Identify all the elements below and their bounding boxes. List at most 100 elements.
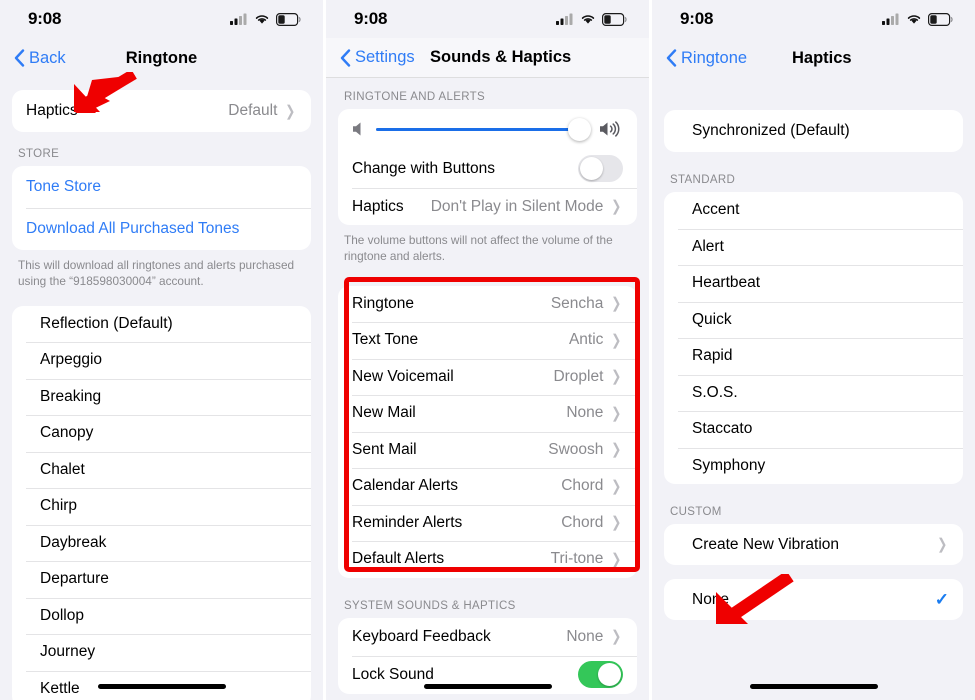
row-keyboard-feedback[interactable]: Keyboard Feedback None ❯	[338, 618, 637, 656]
tone-label: Reflection (Default)	[40, 314, 173, 332]
row-haptics-mode[interactable]: Haptics Don't Play in Silent Mode ❯	[338, 188, 637, 225]
row-default-alerts[interactable]: Default Alerts Tri-tone ❯	[338, 541, 637, 578]
chevron-left-icon	[340, 48, 351, 67]
tone-label: Departure	[40, 570, 109, 588]
list-item[interactable]: Chalet	[12, 451, 311, 489]
row-value: None	[566, 627, 604, 645]
chevron-right-icon: ❯	[611, 331, 622, 349]
row-value: Chord	[561, 477, 604, 495]
list-item[interactable]: Quick	[664, 301, 963, 339]
none-haptic-card: None ✓	[664, 579, 963, 620]
custom-haptics-card: Create New Vibration ❯	[664, 524, 963, 565]
row-label: Keyboard Feedback	[352, 627, 491, 645]
volume-slider-knob[interactable]	[567, 117, 591, 141]
row-reminder-alerts[interactable]: Reminder Alerts Chord ❯	[338, 504, 637, 542]
row-value: None	[566, 404, 604, 422]
list-item[interactable]: Accent	[664, 192, 963, 229]
list-item[interactable]: Alert	[664, 228, 963, 266]
row-value: Swoosh	[548, 440, 604, 458]
tone-label: Daybreak	[40, 533, 107, 551]
row-tone-store[interactable]: Tone Store	[12, 166, 311, 208]
content-scroll-sounds-haptics[interactable]: RINGTONE AND ALERTS Change with Buttons …	[326, 78, 649, 700]
tone-rows-card: Ringtone Sencha ❯ Text Tone Antic ❯ New …	[338, 285, 637, 578]
list-item[interactable]: Symphony	[664, 447, 963, 485]
tone-label: Journey	[40, 643, 96, 661]
chevron-right-icon: ❯	[611, 477, 622, 495]
row-label: Synchronized (Default)	[692, 122, 850, 139]
list-item[interactable]: Departure	[12, 561, 311, 598]
volume-slider-track[interactable]	[376, 117, 591, 141]
haptic-label: Alert	[692, 237, 724, 255]
nav-bar-ringtone: Back Ringtone	[0, 38, 323, 78]
haptic-label: Symphony	[692, 456, 766, 474]
row-text-tone[interactable]: Text Tone Antic ❯	[338, 322, 637, 359]
chevron-right-icon: ❯	[611, 404, 622, 422]
list-item[interactable]: S.O.S.	[664, 374, 963, 412]
nav-bar-sounds-haptics: Settings Sounds & Haptics	[326, 38, 649, 78]
row-label: Ringtone	[352, 294, 415, 312]
row-label: Sent Mail	[352, 440, 417, 458]
row-new-mail[interactable]: New Mail None ❯	[338, 395, 637, 432]
status-time: 9:08	[28, 9, 62, 28]
row-download-all-label: Download All Purchased Tones	[26, 220, 240, 237]
lock-sound-toggle[interactable]	[578, 661, 623, 689]
row-download-all-purchased-tones[interactable]: Download All Purchased Tones	[12, 208, 311, 250]
list-item[interactable]: Breaking	[12, 378, 311, 416]
row-label: Reminder Alerts	[352, 513, 463, 531]
store-footnote: This will download all ringtones and ale…	[18, 258, 295, 289]
row-calendar-alerts[interactable]: Calendar Alerts Chord ❯	[338, 468, 637, 505]
phone-screen-haptics: 9:08 Ringtone Haptics Synchronized (Defa…	[652, 0, 975, 700]
list-item[interactable]: Arpeggio	[12, 342, 311, 379]
home-indicator	[749, 684, 878, 689]
list-item[interactable]: Staccato	[664, 411, 963, 448]
back-button-settings[interactable]: Settings	[340, 48, 415, 67]
back-button-ringtone[interactable]: Ringtone	[666, 49, 747, 68]
row-haptics[interactable]: Haptics Default ❯	[12, 90, 311, 132]
row-ringtone[interactable]: Ringtone Sencha ❯	[338, 286, 637, 323]
list-item[interactable]: Heartbeat	[664, 265, 963, 302]
row-change-with-buttons[interactable]: Change with Buttons	[338, 149, 637, 188]
tone-label: Arpeggio	[40, 351, 103, 369]
tone-label: Breaking	[40, 387, 102, 405]
row-label: Text Tone	[352, 331, 419, 349]
row-value: Chord	[561, 513, 604, 531]
list-item[interactable]: Daybreak	[12, 524, 311, 562]
tone-label: Canopy	[40, 424, 94, 442]
row-new-voicemail[interactable]: New Voicemail Droplet ❯	[338, 358, 637, 396]
row-label: None	[692, 590, 730, 608]
cellular-signal-icon	[882, 13, 899, 25]
row-label: Default Alerts	[352, 550, 445, 568]
row-value: Antic	[568, 331, 604, 349]
back-button-ringtone[interactable]: Back	[14, 49, 66, 68]
row-sent-mail[interactable]: Sent Mail Swoosh ❯	[338, 431, 637, 469]
status-bar: 9:08	[0, 0, 323, 38]
tone-label: Chirp	[40, 497, 78, 515]
content-scroll-haptics[interactable]: Synchronized (Default) STANDARD Accent A…	[652, 78, 975, 700]
list-item[interactable]: Dollop	[12, 597, 311, 635]
row-change-with-buttons-label: Change with Buttons	[352, 159, 496, 177]
row-haptics-mode-value: Don't Play in Silent Mode	[430, 197, 604, 215]
volume-footnote: The volume buttons will not affect the v…	[344, 233, 613, 264]
content-scroll-ringtone[interactable]: Haptics Default ❯ STORE Tone Store Downl…	[0, 78, 323, 700]
haptic-label: Rapid	[692, 347, 733, 365]
row-value: Droplet	[553, 367, 604, 385]
list-item[interactable]: Reflection (Default)	[12, 306, 311, 343]
row-none[interactable]: None ✓	[664, 579, 963, 620]
list-item[interactable]: Chirp	[12, 488, 311, 525]
speaker-low-icon	[353, 122, 361, 136]
row-create-new-vibration[interactable]: Create New Vibration ❯	[664, 524, 963, 565]
status-bar: 9:08	[326, 0, 649, 38]
row-label: Lock Sound	[352, 665, 434, 683]
battery-icon	[276, 12, 301, 26]
volume-slider-row[interactable]	[338, 109, 637, 149]
chevron-left-icon	[666, 49, 677, 67]
tone-label: Chalet	[40, 460, 85, 478]
wifi-icon	[907, 15, 921, 24]
list-item[interactable]: Journey	[12, 634, 311, 671]
haptic-label: Heartbeat	[692, 274, 761, 292]
row-synchronized-default[interactable]: Synchronized (Default)	[664, 110, 963, 152]
list-item[interactable]: Canopy	[12, 415, 311, 452]
list-item[interactable]: Rapid	[664, 338, 963, 375]
change-with-buttons-toggle[interactable]	[578, 155, 623, 182]
status-time: 9:08	[680, 9, 714, 28]
